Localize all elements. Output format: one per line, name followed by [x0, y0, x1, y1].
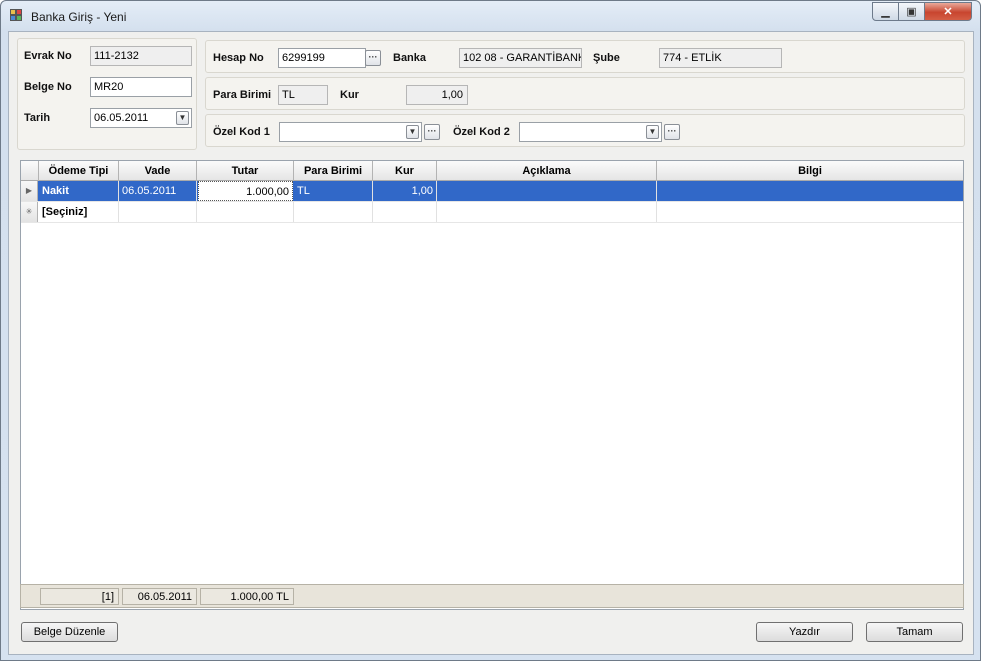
new-row[interactable]: ✳ [Seçiniz] [21, 202, 963, 223]
kur-label: Kur [340, 89, 359, 101]
column-header-tutar[interactable]: Tutar [197, 161, 294, 181]
sube-field[interactable]: 774 - ETLİK [659, 48, 782, 68]
belge-no-field[interactable]: MR20 [90, 77, 192, 97]
kur-field[interactable]: 1,00 [406, 85, 468, 105]
currency-panel: Para Birimi TL Kur 1,00 [205, 77, 965, 110]
cell-tutar[interactable] [197, 202, 294, 222]
hesap-lookup-button[interactable]: ··· [365, 50, 381, 66]
form-body: Evrak No 111-2132 Belge No MR20 Tarih 06… [8, 31, 974, 655]
maximize-button[interactable]: ▣ [898, 2, 925, 21]
evrak-no-field[interactable]: 111-2132 [90, 46, 192, 66]
tamam-button[interactable]: Tamam [866, 622, 963, 642]
column-header-vade[interactable]: Vade [119, 161, 197, 181]
para-birimi-label: Para Birimi [213, 89, 272, 101]
cell-kur[interactable]: 1,00 [373, 181, 437, 201]
ozel-kod-2-label: Özel Kod 2 [453, 126, 510, 138]
table-row[interactable]: ▶ Nakit 06.05.2011 1.000,00 TL 1,00 [21, 181, 963, 202]
grid-footer: [1] 06.05.2011 1.000,00 TL [20, 584, 964, 608]
cell-tutar[interactable]: 1.000,00 [198, 181, 293, 201]
footer-date: 06.05.2011 [122, 588, 197, 605]
grid-header: Ödeme Tipi Vade Tutar Para Birimi Kur Aç… [21, 161, 963, 181]
cell-para-birimi[interactable] [294, 202, 373, 222]
minimize-icon: ▁ [881, 6, 890, 18]
column-header-odeme-tipi[interactable]: Ödeme Tipi [39, 161, 119, 181]
document-info-panel: Evrak No 111-2132 Belge No MR20 Tarih 06… [17, 38, 197, 150]
evrak-no-label: Evrak No [24, 50, 72, 62]
cell-kur[interactable] [373, 202, 437, 222]
cell-odeme-tipi[interactable]: Nakit [39, 181, 119, 201]
belge-no-label: Belge No [24, 81, 72, 93]
ellipsis-icon: ··· [667, 126, 677, 136]
cell-odeme-tipi[interactable]: [Seçiniz] [39, 202, 119, 222]
close-icon: ✕ [943, 6, 953, 18]
grid-corner [21, 161, 39, 181]
ozel-kod-2-lookup-button[interactable]: ··· [664, 124, 680, 140]
tarih-label: Tarih [24, 112, 51, 124]
close-button[interactable]: ✕ [924, 2, 972, 21]
cell-bilgi[interactable] [657, 181, 963, 201]
belge-duzenle-button[interactable]: Belge Düzenle [21, 622, 118, 642]
ozel-kod-1-label: Özel Kod 1 [213, 126, 270, 138]
payment-grid[interactable]: Ödeme Tipi Vade Tutar Para Birimi Kur Aç… [20, 160, 964, 610]
special-code-panel: Özel Kod 1 ▼ ··· Özel Kod 2 ▼ ··· [205, 114, 965, 147]
hesap-no-label: Hesap No [213, 52, 264, 64]
window-title: Banka Giriş - Yeni [31, 10, 127, 24]
banka-field[interactable]: 102 08 - GARANTİBANK [459, 48, 582, 68]
footer-row-count: [1] [40, 588, 119, 605]
cell-aciklama[interactable] [437, 202, 657, 222]
minimize-button[interactable]: ▁ [872, 2, 899, 21]
ozel-kod-1-combo[interactable]: ▼ [279, 122, 422, 142]
maximize-icon: ▣ [906, 6, 917, 18]
row-pointer-icon: ▶ [21, 181, 38, 201]
ozel-kod-2-combo[interactable]: ▼ [519, 122, 662, 142]
chevron-down-icon[interactable]: ▼ [176, 111, 189, 125]
column-header-aciklama[interactable]: Açıklama [437, 161, 657, 181]
ozel-kod-1-lookup-button[interactable]: ··· [424, 124, 440, 140]
column-header-bilgi[interactable]: Bilgi [657, 161, 963, 181]
cell-vade[interactable]: 06.05.2011 [119, 181, 197, 201]
hesap-no-field[interactable]: 6299199 [278, 48, 366, 68]
chevron-down-icon[interactable]: ▼ [646, 125, 659, 139]
column-header-kur[interactable]: Kur [373, 161, 437, 181]
new-row-asterisk-icon: ✳ [21, 202, 38, 222]
app-icon [10, 9, 24, 23]
para-birimi-field[interactable]: TL [278, 85, 328, 105]
cell-aciklama[interactable] [437, 181, 657, 201]
yazdir-button[interactable]: Yazdır [756, 622, 853, 642]
ellipsis-icon: ··· [427, 126, 437, 136]
cell-para-birimi[interactable]: TL [294, 181, 373, 201]
sube-label: Şube [593, 52, 620, 64]
window-frame: Banka Giriş - Yeni ▁ ▣ ✕ Evrak No 111-21… [0, 0, 981, 661]
cell-bilgi[interactable] [657, 202, 963, 222]
tarih-date-picker[interactable]: 06.05.2011 ▼ [90, 108, 192, 128]
banka-label: Banka [393, 52, 427, 64]
title-bar[interactable]: Banka Giriş - Yeni ▁ ▣ ✕ [1, 1, 980, 31]
column-header-para-birimi[interactable]: Para Birimi [294, 161, 373, 181]
tarih-value: 06.05.2011 [94, 112, 149, 124]
footer-total: 1.000,00 TL [200, 588, 294, 605]
ellipsis-icon: ··· [368, 52, 378, 62]
account-panel: Hesap No 6299199 ··· Banka 102 08 - GARA… [205, 40, 965, 73]
chevron-down-icon[interactable]: ▼ [406, 125, 419, 139]
cell-vade[interactable] [119, 202, 197, 222]
